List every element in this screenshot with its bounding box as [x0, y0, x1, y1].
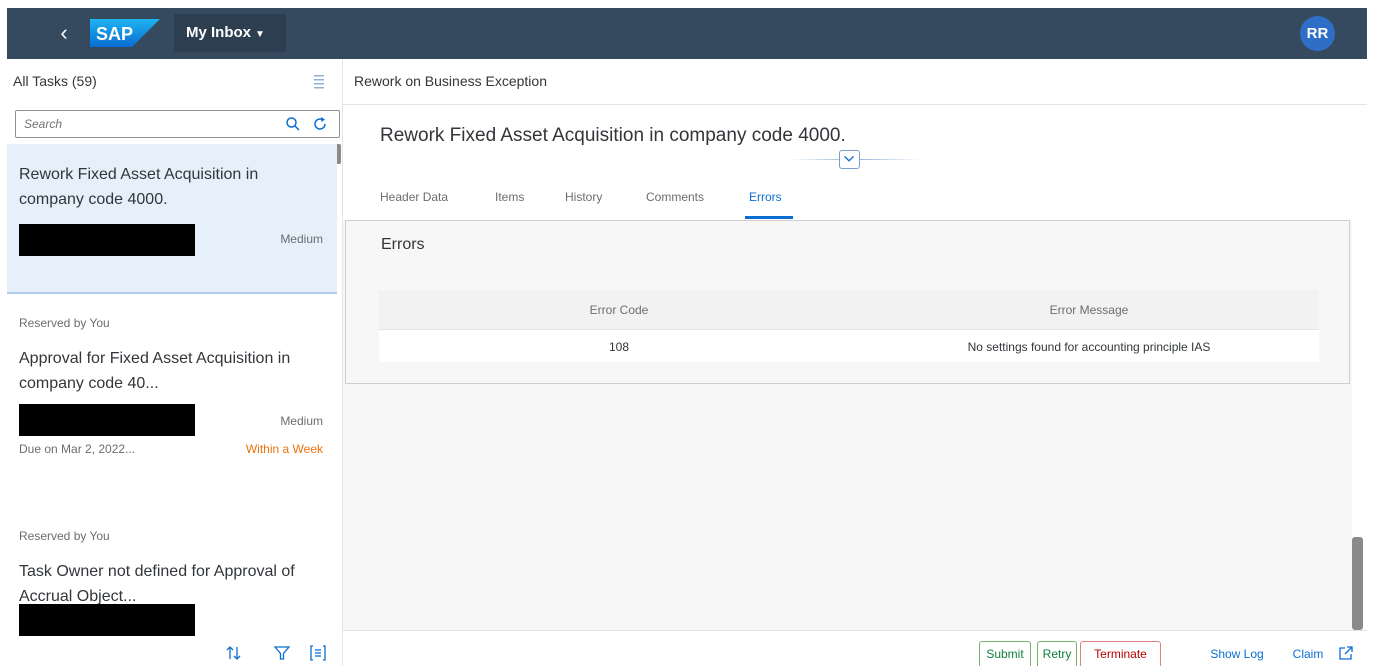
search-input[interactable]: [16, 111, 266, 137]
tab-history[interactable]: History: [565, 190, 602, 204]
column-header-error-message: Error Message: [1049, 303, 1129, 317]
claim-button[interactable]: Claim: [1288, 641, 1328, 666]
terminate-button[interactable]: Terminate: [1080, 641, 1161, 666]
redacted-block: [19, 604, 195, 636]
chevron-left-icon: ‹: [60, 20, 68, 45]
search-field: [15, 110, 340, 138]
list-item[interactable]: Rework Fixed Asset Acquisition in compan…: [7, 144, 337, 294]
show-log-button[interactable]: Show Log: [1200, 641, 1274, 666]
submit-button[interactable]: Submit: [979, 641, 1031, 666]
task-title: Rework Fixed Asset Acquisition in compan…: [19, 166, 259, 208]
task-priority: Medium: [280, 232, 323, 246]
object-title: Rework Fixed Asset Acquisition in compan…: [380, 125, 846, 146]
error-message-cell: No settings found for accounting princip…: [967, 340, 1211, 354]
active-tab-indicator: [745, 216, 793, 219]
column-header-error-code: Error Code: [589, 303, 649, 317]
sort-icon[interactable]: [225, 644, 243, 662]
search-icon[interactable]: [285, 116, 301, 132]
app-title-menu[interactable]: My Inbox ▼: [174, 14, 286, 52]
task-priority: Medium: [280, 414, 323, 428]
task-due-label: Within a Week: [245, 442, 323, 456]
table-row[interactable]: 108 No settings found for accounting pri…: [379, 330, 1319, 362]
refresh-icon[interactable]: [312, 116, 328, 132]
logo-text: SAP: [96, 24, 133, 44]
errors-section-title: Errors: [381, 236, 425, 253]
task-list-title: All Tasks (59): [13, 73, 97, 89]
tab-comments[interactable]: Comments: [646, 190, 704, 204]
sort-list-icon[interactable]: [311, 73, 327, 89]
detail-content: Errors Error Code Error Message 108 No s…: [343, 220, 1352, 630]
app-title: My Inbox: [186, 24, 252, 41]
group-icon[interactable]: [309, 644, 327, 662]
detail-header: Rework on Business Exception: [343, 59, 1367, 105]
error-code-cell: 108: [608, 340, 630, 354]
caret-down-icon: ▼: [255, 29, 265, 40]
filter-icon[interactable]: [273, 644, 291, 662]
open-external-icon[interactable]: [1338, 645, 1354, 661]
errors-section: Errors Error Code Error Message 108 No s…: [345, 220, 1350, 384]
icon-tab-bar: Header Data Items History Comments Error…: [343, 178, 1367, 220]
task-list-panel: All Tasks (59) Rework Fixed Asset Acquis…: [7, 59, 343, 666]
footer-toolbar: Submit Retry Terminate Show Log Claim: [343, 630, 1367, 666]
task-list-footer: [7, 636, 342, 666]
task-due-date: Due on Mar 2, 2022...: [19, 442, 136, 456]
avatar[interactable]: RR: [1300, 16, 1335, 51]
tab-header-data[interactable]: Header Data: [380, 190, 448, 204]
detail-scrollbar[interactable]: [1352, 537, 1363, 630]
list-item[interactable]: Reserved by You Task Owner not defined f…: [7, 509, 337, 649]
task-status: Reserved by You: [19, 529, 110, 543]
back-button[interactable]: ‹: [51, 20, 77, 46]
table-header-row: Error Code Error Message: [379, 290, 1319, 330]
list-item[interactable]: Reserved by You Approval for Fixed Asset…: [7, 296, 337, 476]
tab-errors[interactable]: Errors: [749, 190, 782, 204]
tab-items[interactable]: Items: [495, 190, 524, 204]
collapse-header-button[interactable]: [839, 150, 860, 169]
shell-bar: ‹ SAP My Inbox ▼ RR: [7, 8, 1367, 59]
detail-header-title: Rework on Business Exception: [354, 73, 547, 89]
retry-button[interactable]: Retry: [1037, 641, 1077, 666]
task-title: Approval for Fixed Asset Acquisition in …: [19, 350, 291, 392]
task-status: Reserved by You: [19, 316, 110, 330]
chevron-down-icon: [844, 155, 855, 162]
sap-logo[interactable]: SAP: [90, 19, 160, 47]
redacted-block: [19, 224, 195, 256]
task-list-header: All Tasks (59): [7, 59, 342, 104]
task-title: Task Owner not defined for Approval of A…: [19, 563, 295, 605]
redacted-block: [19, 404, 195, 436]
